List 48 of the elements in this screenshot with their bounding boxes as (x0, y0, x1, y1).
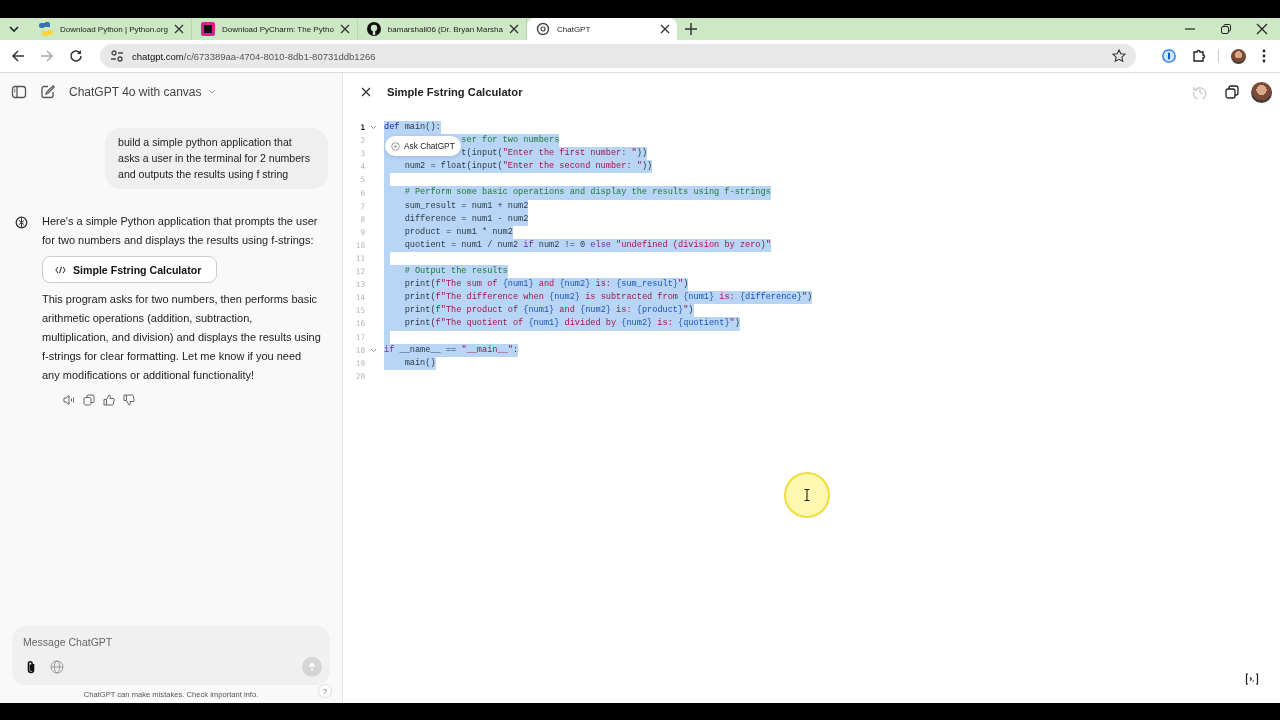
code-icon (55, 265, 66, 274)
message-text: This program asks for two numbers, then performs basic arithmetic operations (addition, subtraction, multiplication, and division) and displays the results using f-strings for clear formatting. Let me know if you need any modifications or additional functionality! (42, 292, 322, 383)
profile-avatar[interactable] (1251, 81, 1272, 103)
attach-icon[interactable] (25, 660, 37, 674)
reload-icon[interactable] (69, 49, 83, 63)
site-settings-icon (110, 49, 124, 63)
address-bar[interactable]: chatgpt.com/c/673389aa-4704-8010-8db1-80731ddb1266 (100, 44, 1136, 68)
canvas-title: Simple Fstring Calculator (387, 86, 523, 98)
password-manager-icon[interactable] (1162, 49, 1176, 63)
extensions-icon[interactable] (1192, 49, 1206, 63)
message-composer[interactable]: Message ChatGPT (12, 626, 330, 685)
close-icon[interactable] (509, 24, 519, 34)
more-options-icon[interactable] (1262, 49, 1266, 63)
close-icon[interactable] (361, 87, 371, 97)
message-text: Here's a simple Python application that prompts the user for two numbers and displays the results using f-strings: (42, 214, 319, 248)
site-icon (199, 21, 216, 37)
close-icon[interactable] (1256, 23, 1268, 35)
copy-icon[interactable] (1225, 85, 1239, 99)
back-icon[interactable] (11, 49, 25, 63)
thumbs-down-icon[interactable] (123, 394, 135, 406)
arrow-up-icon (308, 662, 316, 672)
bookmark-star-icon[interactable] (1112, 49, 1126, 63)
site-icon (365, 21, 382, 37)
new-chat-icon[interactable] (40, 84, 56, 100)
close-icon[interactable] (339, 24, 350, 34)
site-icon (535, 21, 551, 37)
url-text: chatgpt.com/c/673389aa-4704-8010-8db1-80731ddb1266 (132, 50, 376, 62)
new-tab-icon[interactable] (685, 23, 697, 35)
restore-icon[interactable] (1220, 23, 1232, 35)
ask-chatgpt-popup[interactable]: Ask ChatGPT (385, 136, 461, 156)
cursor-highlight-icon (783, 471, 831, 519)
message-input[interactable]: Message ChatGPT (23, 634, 322, 650)
close-icon[interactable] (660, 24, 670, 34)
browser-tab[interactable]: ChatGPT (527, 18, 677, 40)
fold-chevron-icon[interactable] (370, 347, 377, 353)
sidebar-toggle-icon[interactable] (11, 84, 27, 100)
chevron-down-icon (207, 89, 216, 95)
canvas-link-button[interactable]: Simple Fstring Calculator (42, 256, 218, 283)
code-review-icon[interactable] (1244, 673, 1260, 685)
model-selector[interactable]: ChatGPT 4o with canvas (69, 85, 216, 99)
thumbs-up-icon[interactable] (103, 394, 115, 406)
profile-avatar[interactable] (1231, 48, 1246, 64)
speaker-icon[interactable] (63, 394, 75, 406)
user-message-bubble: build a simple python application that asks a user in the terminal for 2 numbers and outputs the results using f string (105, 128, 328, 189)
close-icon[interactable] (173, 24, 184, 34)
site-icon (38, 21, 54, 37)
fold-chevron-icon[interactable] (370, 125, 377, 131)
assistant-logo-icon (15, 216, 28, 229)
